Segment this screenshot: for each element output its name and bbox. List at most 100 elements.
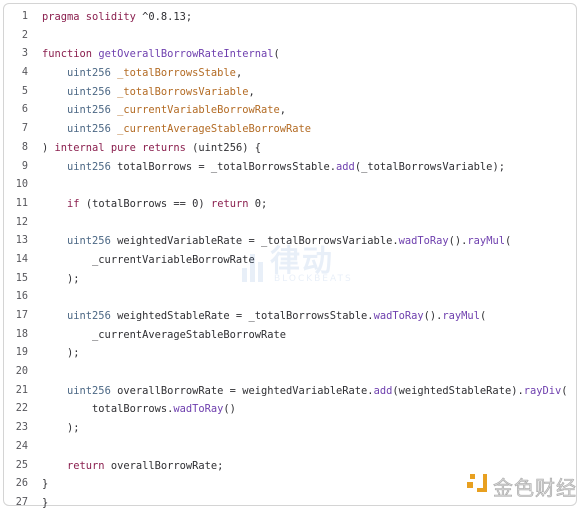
code-text: uint256 _currentVariableBorrowRate, xyxy=(42,101,286,120)
code-token: (). xyxy=(448,235,468,248)
line-number: 9 xyxy=(21,160,28,172)
code-line: 20 xyxy=(4,363,576,382)
code-token: ) xyxy=(42,141,55,154)
code-token: (). xyxy=(423,310,443,322)
code-token: return xyxy=(67,459,111,472)
code-token: } xyxy=(42,496,49,509)
code-token: return xyxy=(210,197,255,210)
code-line: 17 uint256 weightedStableRate = _totalBo… xyxy=(4,307,576,326)
code-token: uint256 xyxy=(67,104,118,117)
line-number: 17 xyxy=(15,310,28,321)
code-text: pragma solidity ^0.8.13; xyxy=(42,8,192,27)
line-number: 16 xyxy=(15,291,28,303)
code-line: 16 xyxy=(4,288,576,307)
code-line: 9 uint256 totalBorrows = _totalBorrowsSt… xyxy=(4,158,576,177)
line-number: 25 xyxy=(15,459,28,471)
code-token: _currentAverageStableBorrowRate xyxy=(42,328,286,341)
code-text: totalBorrows.wadToRay() xyxy=(42,400,236,419)
code-line: 19 ); xyxy=(4,344,576,363)
code-token: _totalBorrowsStable xyxy=(117,67,236,80)
code-line: 21 uint256 overallBorrowRate = weightedV… xyxy=(4,382,576,401)
line-number: 22 xyxy=(15,403,28,415)
code-token: 0; xyxy=(254,197,268,210)
code-line: 23 ); xyxy=(4,419,576,438)
code-token: weightedVariableRate = _totalBorrowsVari… xyxy=(117,235,399,248)
code-token: } xyxy=(42,478,49,491)
code-line: 12 xyxy=(4,214,576,233)
line-number: 10 xyxy=(15,179,28,191)
code-token: wadToRay xyxy=(398,235,449,248)
code-token: pragma solidity xyxy=(42,11,143,23)
code-token: () xyxy=(223,403,236,416)
line-number: 21 xyxy=(15,384,28,396)
code-token: _currentVariableBorrowRate xyxy=(117,104,280,117)
line-number: 24 xyxy=(15,440,28,452)
code-token: overallBorrowRate = weightedVariableRate… xyxy=(117,384,374,397)
code-line: 4 uint256 _totalBorrowsStable, xyxy=(4,64,576,83)
brand-text: 金色财经 xyxy=(493,476,577,501)
line-number: 7 xyxy=(21,123,28,135)
code-token: overallBorrowRate; xyxy=(110,459,224,472)
code-token: wadToRay xyxy=(373,310,424,322)
code-token: ( xyxy=(273,48,280,61)
code-token: ); xyxy=(42,347,80,360)
line-number: 4 xyxy=(21,67,28,79)
code-text: ); xyxy=(42,419,80,438)
line-number: 20 xyxy=(15,366,28,378)
code-line: 14 _currentVariableBorrowRate xyxy=(4,251,576,270)
code-token: getOverallBorrowRateInternal xyxy=(98,48,274,61)
code-token: add xyxy=(336,160,355,173)
code-token: _totalBorrowsVariable xyxy=(117,85,249,98)
code-token: ^0.8.13; xyxy=(142,11,193,23)
line-number: 1 xyxy=(21,11,28,22)
code-token: ( xyxy=(504,235,512,248)
line-number: 13 xyxy=(15,235,28,247)
line-number: 2 xyxy=(21,29,28,41)
code-token: _currentVariableBorrowRate xyxy=(42,253,255,266)
code-token: ( xyxy=(479,310,487,322)
code-line: 2 xyxy=(4,27,576,46)
code-line: 18 _currentAverageStableBorrowRate xyxy=(4,326,576,345)
line-number: 8 xyxy=(21,141,28,153)
line-number: 6 xyxy=(21,104,28,116)
code-block: 1 pragma solidity ^0.8.13; 2 3 function getO… xyxy=(3,3,577,509)
code-token: uint256 xyxy=(67,67,118,80)
code-text: ); xyxy=(42,270,80,289)
code-line: 3 function getOverallBorrowRateInternal( xyxy=(4,45,576,64)
code-line: 1 pragma solidity ^0.8.13; xyxy=(4,8,576,27)
code-token: function xyxy=(42,48,99,61)
code-token: (weightedStableRate). xyxy=(392,384,524,397)
line-number: 14 xyxy=(15,253,28,265)
code-line: 5 uint256 _totalBorrowsVariable, xyxy=(4,83,576,102)
code-token: , xyxy=(235,67,243,80)
line-number: 19 xyxy=(15,347,28,359)
code-text: function getOverallBorrowRateInternal( xyxy=(42,45,280,64)
code-text: uint256 weightedVariableRate = _totalBor… xyxy=(42,232,511,251)
jinse-watermark: 金色财经 xyxy=(467,470,577,501)
code-token: uint256 xyxy=(67,384,118,397)
code-token: internal pure returns xyxy=(54,141,193,154)
code-token: , xyxy=(248,85,255,98)
line-number: 5 xyxy=(21,85,28,97)
code-line: 13 uint256 weightedVariableRate = _total… xyxy=(4,232,576,251)
code-token: totalBorrows = _totalBorrowsStable. xyxy=(117,160,337,173)
code-token: if xyxy=(67,197,86,210)
code-text: } xyxy=(42,475,48,494)
code-text: ) internal pure returns (uint256) { xyxy=(42,139,261,158)
code-text: _currentVariableBorrowRate xyxy=(42,251,255,270)
line-number: 15 xyxy=(15,272,28,284)
code-line: 15 ); xyxy=(4,270,576,289)
code-text: uint256 weightedStableRate = _totalBorro… xyxy=(42,307,486,326)
code-text: uint256 overallBorrowRate = weightedVari… xyxy=(42,382,568,401)
code-text: return overallBorrowRate; xyxy=(42,457,223,476)
code-text: if (totalBorrows == 0) return 0; xyxy=(42,195,267,214)
